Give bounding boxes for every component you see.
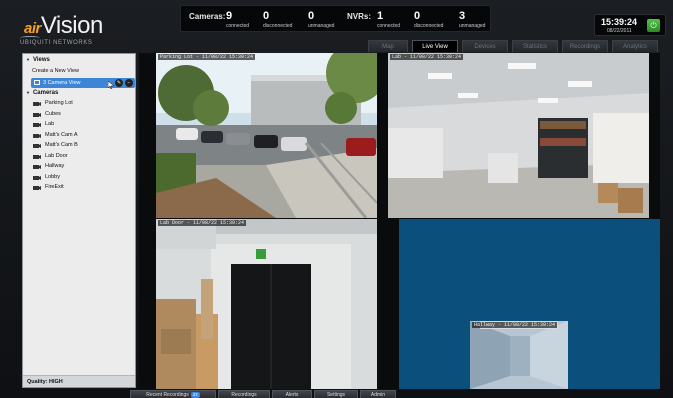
create-view-link[interactable]: Create a New View xyxy=(32,68,79,74)
recordings-button[interactable]: Recordings xyxy=(218,390,270,398)
nvrs-connected-label: connected xyxy=(377,23,401,29)
camera-icon xyxy=(33,133,41,138)
nvrs-disconnected-count: 0 xyxy=(414,10,421,22)
nvrs-unmanaged-count: 3 xyxy=(459,10,466,22)
parking-lot-video xyxy=(156,53,377,218)
live-view-grid: Parking Lot - 11/08/22 15:39:24 Lab - 11… xyxy=(139,53,660,389)
feed-parking-lot[interactable]: Parking Lot - 11/08/22 15:39:24 xyxy=(156,53,377,218)
tab-live-view[interactable]: Live View xyxy=(412,40,458,52)
nvrs-label: NVRs: xyxy=(347,12,372,21)
camera-icon xyxy=(33,102,41,106)
tab-analytics[interactable]: Analytics xyxy=(612,40,658,52)
device-stats-panel: Cameras: 9 connected 0 disconnected 0 un… xyxy=(180,5,491,32)
power-button[interactable]: ⏻ xyxy=(647,19,660,32)
nvrs-unmanaged-label: unmanaged xyxy=(459,23,486,29)
tab-statistics[interactable]: Statistics xyxy=(512,40,558,52)
views-heading-label: Views xyxy=(32,57,50,64)
views-heading[interactable]: ▼ Views xyxy=(26,57,50,63)
grid-view-icon xyxy=(34,80,40,85)
cameras-disconnected-count: 0 xyxy=(263,10,270,22)
recordings-label: Recordings xyxy=(231,392,257,398)
recent-recordings-label: Recent Recordings xyxy=(146,392,189,398)
tab-devices[interactable]: Devices xyxy=(462,40,508,52)
mouse-pointer-icon xyxy=(108,81,114,89)
settings-label: Settings xyxy=(326,392,346,398)
cameras-heading[interactable]: ▼ Cameras xyxy=(26,90,58,96)
settings-button[interactable]: Settings xyxy=(314,390,358,398)
camera-item-label: Lab Door xyxy=(45,152,68,159)
alerts-button[interactable]: Alerts xyxy=(272,390,312,398)
clock-panel: 15:39:24 08/22/2011 ⏻ xyxy=(594,14,666,36)
camera-item-label: Hallway xyxy=(45,163,65,169)
feed-hallway[interactable]: Hallway - 11/08/22 15:39:24 xyxy=(470,321,568,389)
camera-item-label: Parking Lot xyxy=(45,100,73,106)
power-icon: ⏻ xyxy=(650,21,657,30)
collapse-triangle-icon: ▼ xyxy=(26,57,30,62)
edit-view-button[interactable]: ✎ xyxy=(115,79,123,87)
feed-label-lab-door: Lab Door - 11/08/22 15:39:24 xyxy=(158,220,247,226)
clock-date: 08/22/2011 xyxy=(607,28,632,34)
feed-label-hallway: Hallway - 11/08/22 15:39:24 xyxy=(472,322,558,328)
delete-view-button[interactable]: − xyxy=(125,79,133,87)
quality-bar[interactable]: Quality: HIGH xyxy=(23,375,135,387)
empty-view-slot[interactable]: Hallway - 11/08/22 15:39:24 xyxy=(399,219,660,389)
logo-company: UBIQUITI NETWORKS xyxy=(20,40,93,46)
tab-map[interactable]: Map xyxy=(368,40,408,52)
gear-icon: ✎ xyxy=(116,80,122,86)
camera-icon xyxy=(33,123,41,127)
camera-item-label: Matt's Cam A xyxy=(45,131,78,138)
view-item-3-camera[interactable]: 3 Camera View ✎ − xyxy=(31,78,135,88)
camera-icon xyxy=(33,165,41,169)
recent-recordings-button[interactable]: Recent Recordings 22 xyxy=(130,390,216,398)
cameras-connected-count: 9 xyxy=(226,10,233,22)
camera-icon xyxy=(33,154,41,159)
recent-recordings-badge: 22 xyxy=(190,392,200,398)
logo-vision: Vision xyxy=(40,12,103,39)
feed-label-parking-lot: Parking Lot - 11/08/22 15:39:24 xyxy=(158,54,256,60)
app-window: airVision UBIQUITI NETWORKS Cameras: 9 c… xyxy=(0,0,673,398)
admin-label: Admin xyxy=(370,392,386,398)
lab-door-video xyxy=(156,219,377,389)
admin-button[interactable]: Admin xyxy=(360,390,396,398)
quality-label: Quality: HIGH xyxy=(27,379,63,385)
collapse-triangle-icon: ▼ xyxy=(26,90,30,95)
cameras-heading-label: Cameras xyxy=(32,90,59,97)
feed-lab-door[interactable]: Lab Door - 11/08/22 15:39:24 xyxy=(156,219,377,389)
feed-label-lab: Lab - 11/08/22 15:39:24 xyxy=(390,54,464,60)
alerts-label: Alerts xyxy=(285,392,299,398)
camera-icon xyxy=(33,175,41,180)
airvision-logo: airVision UBIQUITI NETWORKS xyxy=(14,12,134,48)
sidebar: ▼ Views Create a New View 3 Camera View ✎… xyxy=(22,53,136,388)
nvrs-disconnected-label: disconnected xyxy=(414,23,444,29)
feed-lab[interactable]: Lab - 11/08/22 15:39:24 xyxy=(388,53,649,218)
camera-icon xyxy=(33,186,41,190)
camera-item-label: Lobby xyxy=(45,173,60,180)
tab-recordings[interactable]: Recordings xyxy=(562,40,608,52)
cameras-connected-label: connected xyxy=(226,23,250,29)
camera-icon xyxy=(33,144,41,148)
camera-item-label: Matt's Cam B xyxy=(45,142,78,148)
camera-item-label: FireExit xyxy=(45,184,64,190)
minus-icon: − xyxy=(127,80,131,86)
camera-icon xyxy=(33,112,41,117)
lab-video xyxy=(388,53,649,218)
cameras-label: Cameras: xyxy=(189,12,226,21)
clock-time: 15:39:24 xyxy=(601,17,638,27)
cameras-unmanaged-label: unmanaged xyxy=(308,23,335,29)
logo-air: air xyxy=(24,20,41,37)
view-item-label: 3 Camera View xyxy=(43,80,81,86)
camera-item-label: Cubes xyxy=(45,110,61,117)
cameras-unmanaged-count: 0 xyxy=(308,10,315,22)
hallway-video xyxy=(470,321,568,389)
camera-item-label: Lab xyxy=(45,121,55,127)
cameras-disconnected-label: disconnected xyxy=(263,23,293,29)
nvrs-connected-count: 1 xyxy=(377,10,384,22)
